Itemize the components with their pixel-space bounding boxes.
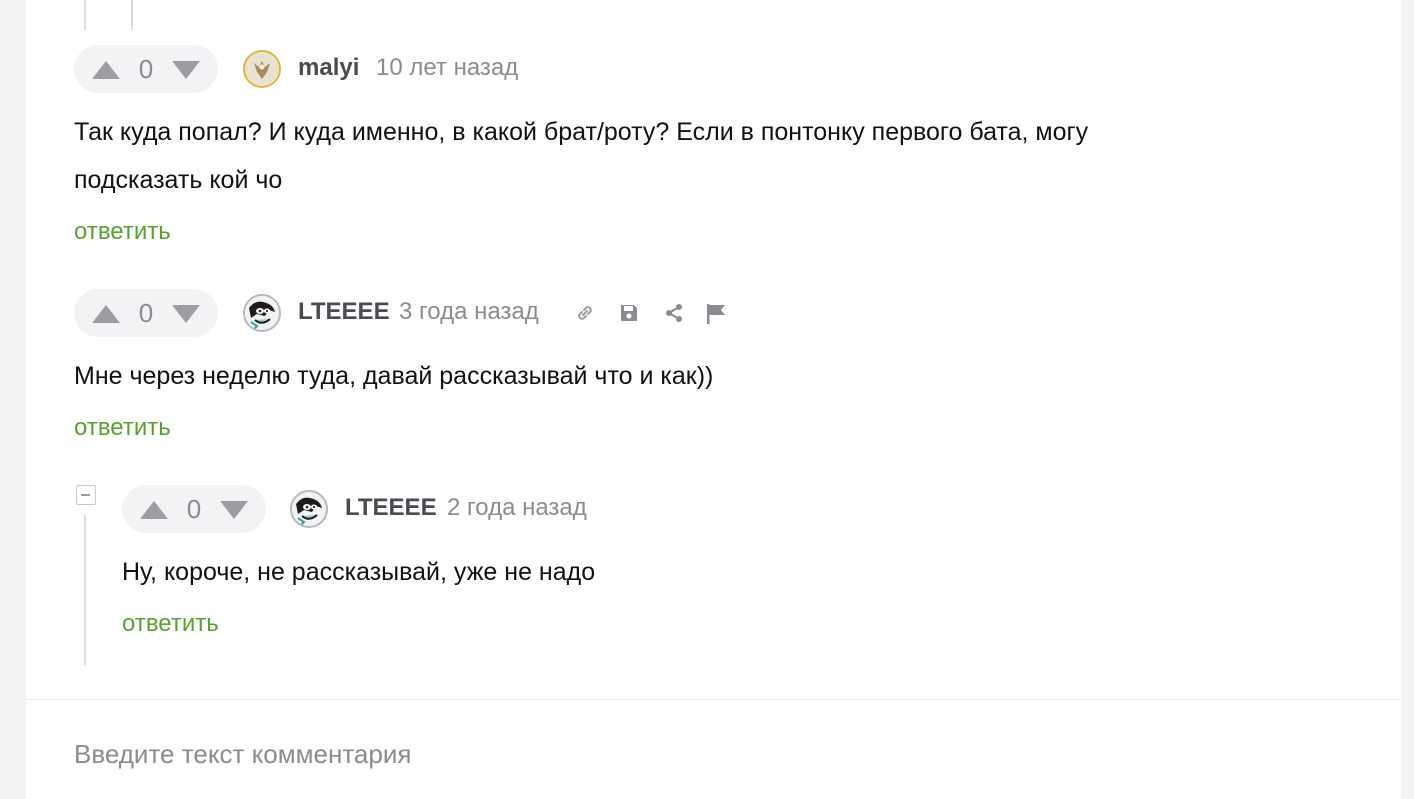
vote-control: 0 bbox=[74, 45, 218, 93]
vote-control: 0 bbox=[122, 485, 266, 533]
eagle-avatar-icon[interactable] bbox=[243, 50, 281, 88]
collapse-thread-button[interactable] bbox=[76, 485, 96, 505]
thread-line[interactable] bbox=[84, 0, 86, 30]
vote-count: 0 bbox=[186, 494, 202, 524]
comment-text-line: подсказать кой чо bbox=[74, 166, 283, 194]
comment-author[interactable]: LTEEEE bbox=[345, 494, 437, 522]
comment-text-line: Так куда попал? И куда именно, в какой б… bbox=[74, 118, 1089, 146]
cartoon-avatar-icon[interactable] bbox=[290, 490, 328, 528]
comment-time[interactable]: 3 года назад bbox=[399, 298, 539, 326]
comment-text: Ну, короче, не рассказывай, уже не надо bbox=[122, 548, 595, 596]
cartoon-avatar-icon[interactable] bbox=[243, 294, 281, 332]
comment-time[interactable]: 2 года назад bbox=[447, 494, 587, 522]
reply-button[interactable]: ответить bbox=[74, 218, 171, 246]
divider bbox=[26, 699, 1401, 700]
comment-time[interactable]: 10 лет назад bbox=[376, 54, 518, 82]
comment-author[interactable]: LTEEEE bbox=[298, 298, 390, 326]
comment-text: Так куда попал? И куда именно, в какой б… bbox=[74, 108, 1088, 204]
share-icon[interactable] bbox=[663, 302, 685, 324]
vote-count: 0 bbox=[138, 54, 154, 84]
downvote-icon[interactable] bbox=[220, 501, 248, 519]
upvote-icon[interactable] bbox=[92, 61, 120, 79]
upvote-icon[interactable] bbox=[92, 305, 120, 323]
upvote-icon[interactable] bbox=[140, 501, 168, 519]
vote-count: 0 bbox=[138, 298, 154, 328]
comment-text: Мне через неделю туда, давай рассказывай… bbox=[74, 352, 713, 400]
comment-input[interactable] bbox=[74, 734, 1354, 774]
reply-button[interactable]: ответить bbox=[122, 610, 219, 638]
thread-line[interactable] bbox=[84, 515, 86, 665]
comment-author[interactable]: malyi bbox=[298, 54, 359, 82]
comments-panel: 0 malyi 10 лет назад Так куда попал? И к… bbox=[26, 0, 1401, 799]
link-icon[interactable] bbox=[574, 302, 596, 324]
reply-button[interactable]: ответить bbox=[74, 414, 171, 442]
flag-icon[interactable] bbox=[704, 302, 726, 324]
downvote-icon[interactable] bbox=[172, 61, 200, 79]
comment-text-line: Мне через неделю туда, давай рассказывай… bbox=[74, 362, 714, 390]
comment-text-line: Ну, короче, не рассказывай, уже не надо bbox=[122, 558, 596, 586]
downvote-icon[interactable] bbox=[172, 305, 200, 323]
save-icon[interactable] bbox=[618, 302, 640, 324]
vote-control: 0 bbox=[74, 289, 218, 337]
thread-line[interactable] bbox=[131, 0, 133, 30]
